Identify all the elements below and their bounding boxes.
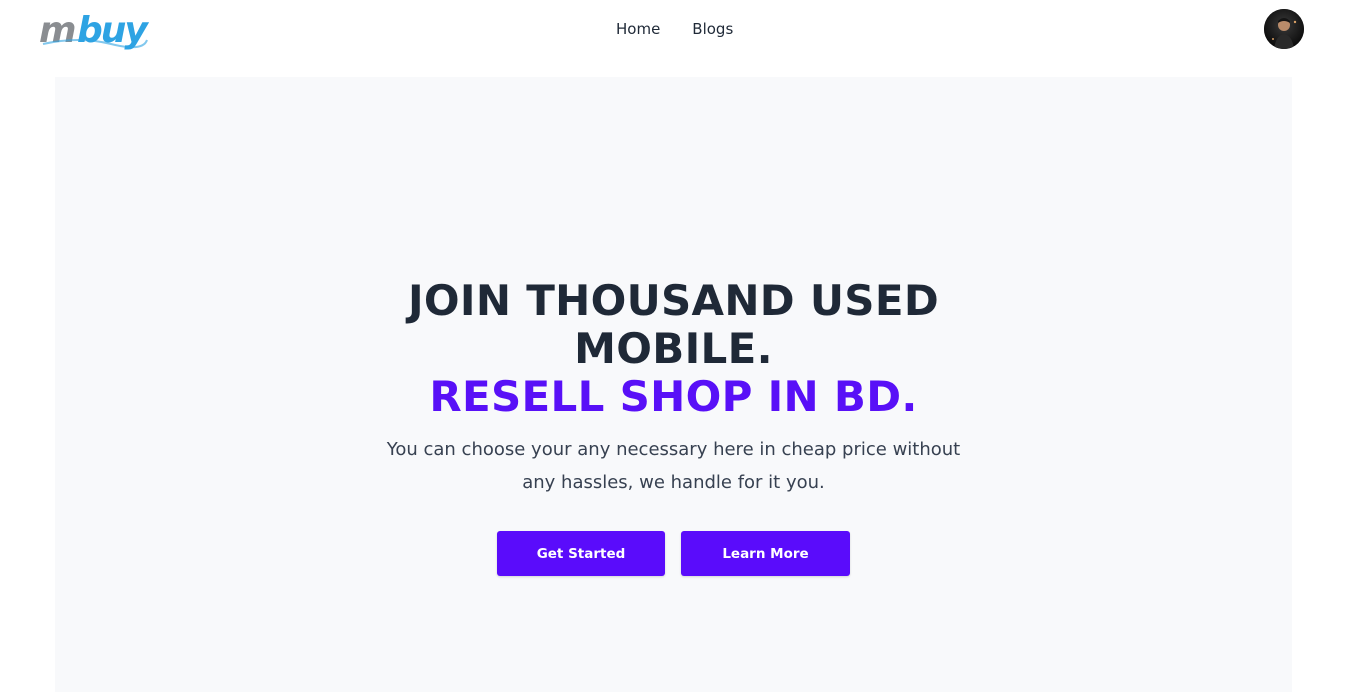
user-avatar[interactable]: [1264, 9, 1304, 49]
hero-section: JOIN THOUSAND USED MOBILE. RESELL SHOP I…: [55, 77, 1292, 692]
hero-buttons: Get Started Learn More: [55, 531, 1292, 576]
nav-home-link[interactable]: Home: [616, 20, 660, 38]
headline-accent: RESELL SHOP IN BD.: [429, 372, 918, 421]
learn-more-button[interactable]: Learn More: [681, 531, 850, 576]
get-started-button[interactable]: Get Started: [497, 531, 665, 576]
main-nav: Home Blogs: [600, 20, 733, 38]
nav-blogs-link[interactable]: Blogs: [692, 20, 733, 38]
brand-logo[interactable]: m buy mbuy: [39, 10, 151, 52]
headline-line-2: MOBILE.: [574, 324, 773, 373]
svg-text:m: m: [39, 10, 75, 51]
hero-headline: JOIN THOUSAND USED MOBILE. RESELL SHOP I…: [55, 277, 1292, 421]
user-avatar-icon: [1264, 9, 1304, 49]
headline-line-1: JOIN THOUSAND USED: [407, 276, 940, 325]
navbar: m buy mbuy Home Blogs: [0, 0, 1348, 62]
hero-content: JOIN THOUSAND USED MOBILE. RESELL SHOP I…: [55, 277, 1292, 576]
mbuy-logo-icon: m buy: [39, 10, 151, 51]
hero-subtext: You can choose your any necessary here i…: [386, 439, 961, 493]
